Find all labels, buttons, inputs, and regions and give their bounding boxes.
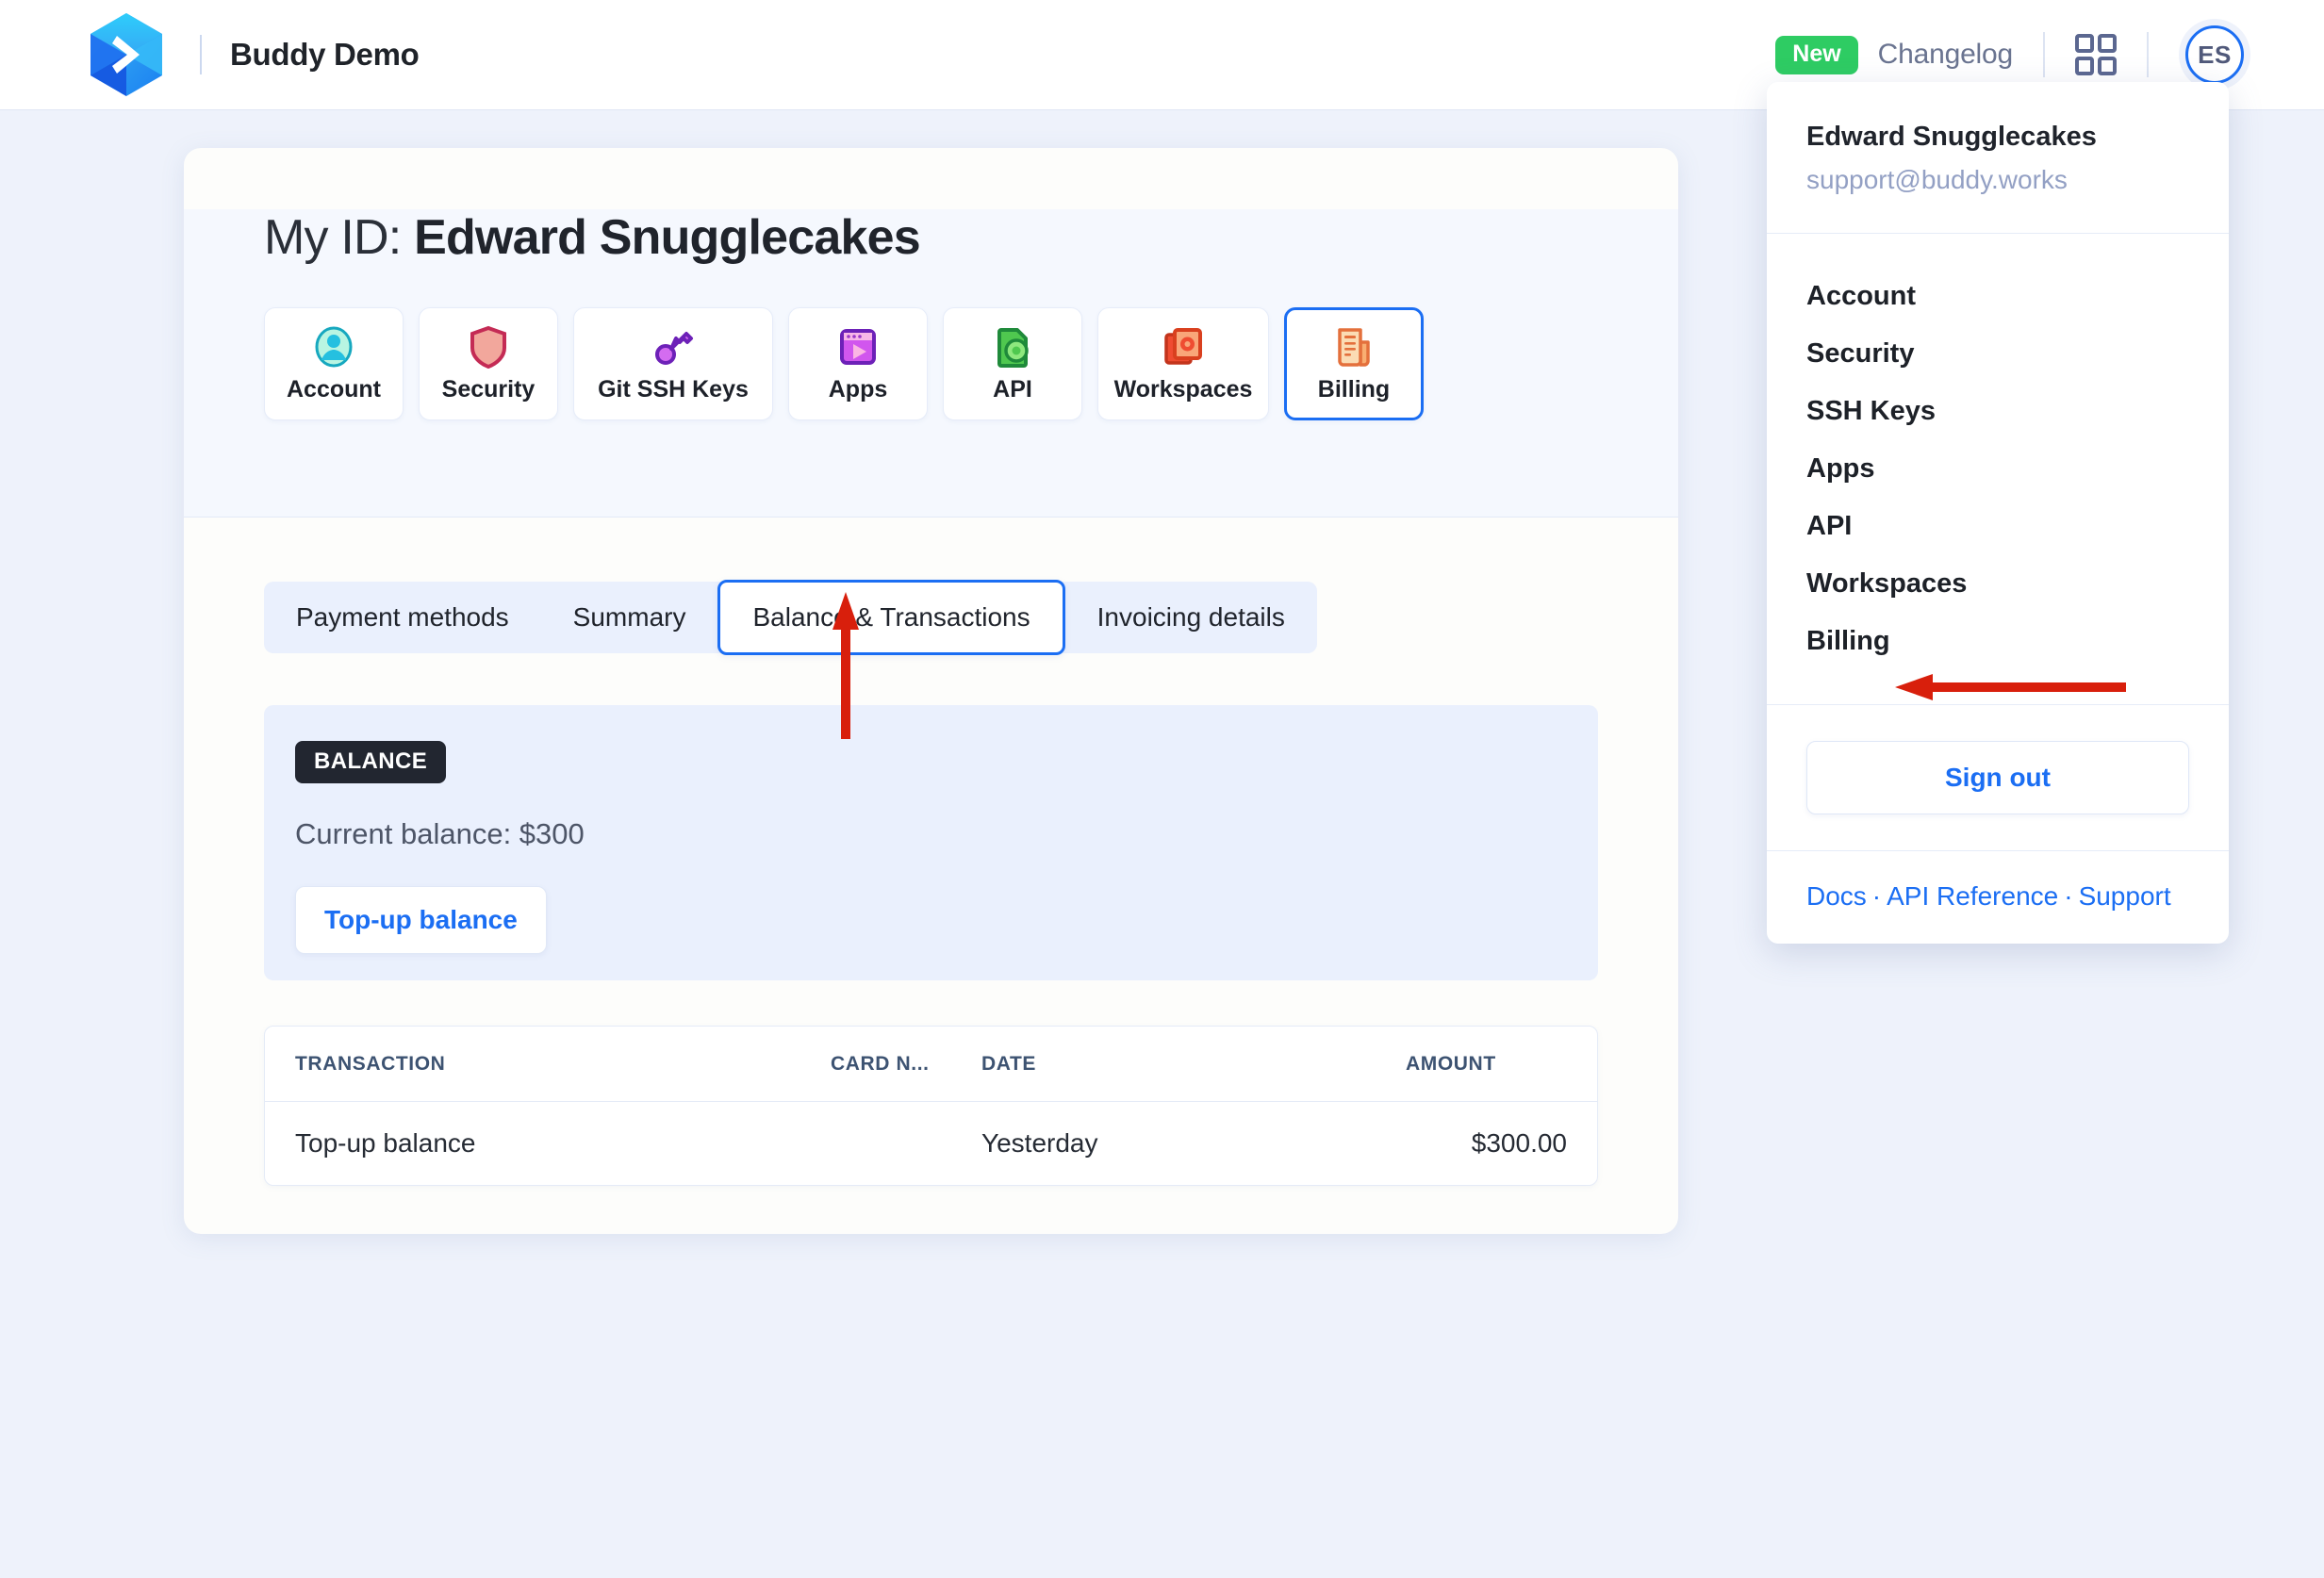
new-badge: New (1775, 35, 1858, 74)
icon-tab-git-ssh-keys[interactable]: Git SSH Keys (573, 307, 773, 420)
avatar[interactable]: ES (2179, 19, 2250, 90)
dropdown-item-ssh-keys[interactable]: SSH Keys (1806, 383, 2189, 440)
page-title-prefix: My ID: (264, 210, 402, 265)
icon-tab-apps[interactable]: Apps (788, 307, 928, 420)
brand-divider (200, 35, 202, 74)
main-content-card: My ID: Edward Snugglecakes Account Secur… (184, 148, 1678, 1234)
brand[interactable]: Buddy Demo (87, 11, 420, 98)
dropdown-item-account[interactable]: Account (1806, 268, 2189, 325)
dropdown-item-workspaces[interactable]: Workspaces (1806, 555, 2189, 613)
sub-tab-invoicing-details[interactable]: Invoicing details (1065, 582, 1317, 653)
changelog-link[interactable]: Changelog (1878, 39, 2014, 71)
sub-tab-strip: Payment methods Summary Balance & Transa… (264, 580, 1317, 655)
icon-tab-label: Billing (1317, 375, 1391, 403)
annotation-arrow-left-icon (1895, 671, 2126, 703)
icon-tab-label: Apps (828, 375, 888, 403)
transactions-table: TRANSACTION CARD N... DATE AMOUNT Top-up… (264, 1026, 1598, 1186)
icon-tab-label: Git SSH Keys (598, 375, 749, 403)
dropdown-nav-list: Account Security SSH Keys Apps API Works… (1767, 234, 2229, 704)
sign-out-button[interactable]: Sign out (1806, 741, 2189, 814)
app-title: Buddy Demo (230, 37, 420, 72)
icon-tab-strip: Account Security Git SSH Keys Apps API W… (264, 307, 1678, 420)
column-header-amount: AMOUNT (1406, 1052, 1496, 1075)
support-link[interactable]: Support (2079, 881, 2171, 911)
table-row[interactable]: Top-up balance Yesterday $300.00 (265, 1102, 1597, 1185)
dropdown-user-name: Edward Snugglecakes (1806, 122, 2097, 152)
page-title-name: Edward Snugglecakes (414, 210, 921, 265)
sub-tab-balance-transactions[interactable]: Balance & Transactions (717, 580, 1065, 655)
workspaces-stack-icon (1162, 325, 1205, 369)
ssh-key-icon (651, 325, 695, 369)
link-separator: · (1871, 881, 1882, 911)
dropdown-user-block: Edward Snugglecakes support@buddy.works (1767, 82, 2229, 233)
cell-amount: $300.00 (1471, 1128, 1567, 1158)
sub-tab-payment-methods[interactable]: Payment methods (264, 582, 541, 653)
annotation-arrow-up-icon (828, 592, 865, 739)
top-up-balance-button[interactable]: Top-up balance (295, 886, 547, 954)
icon-tab-label: Account (287, 375, 381, 403)
dropdown-signout-block: Sign out (1767, 705, 2229, 850)
sub-tab-summary[interactable]: Summary (541, 582, 718, 653)
top-bar-right: New Changelog ES (1775, 19, 2250, 90)
current-balance-text: Current balance: $300 (295, 817, 585, 850)
page-title: My ID: Edward Snugglecakes (264, 209, 1678, 266)
icon-tab-api[interactable]: API (943, 307, 1082, 420)
icon-tab-label: API (993, 375, 1032, 403)
api-gear-file-icon (991, 325, 1034, 369)
table-header-row: TRANSACTION CARD N... DATE AMOUNT (265, 1027, 1597, 1102)
column-header-date: DATE (981, 1052, 1037, 1075)
icon-tab-billing[interactable]: Billing (1284, 307, 1424, 420)
divider (2043, 32, 2045, 77)
dropdown-item-api[interactable]: API (1806, 498, 2189, 555)
balance-panel: BALANCE Current balance: $300 Top-up bal… (264, 705, 1598, 980)
buddy-hexagon-logo-icon (87, 11, 166, 98)
column-header-card-number: CARD N... (831, 1052, 930, 1075)
icon-tab-account[interactable]: Account (264, 307, 404, 420)
billing-invoice-icon (1332, 325, 1376, 369)
divider (2147, 32, 2149, 77)
dropdown-footer-links: Docs · API Reference · Support (1767, 851, 2229, 944)
api-reference-link[interactable]: API Reference (1887, 881, 2058, 911)
icon-tab-label: Security (441, 375, 536, 403)
dropdown-user-email: support@buddy.works (1806, 165, 2068, 194)
dropdown-item-security[interactable]: Security (1806, 325, 2189, 383)
docs-link[interactable]: Docs (1806, 881, 1867, 911)
cell-transaction: Top-up balance (295, 1128, 476, 1158)
card-header: My ID: Edward Snugglecakes Account Secur… (184, 209, 1678, 518)
dropdown-item-billing[interactable]: Billing (1806, 613, 2189, 670)
balance-badge: BALANCE (295, 741, 447, 783)
user-account-dropdown: Edward Snugglecakes support@buddy.works … (1767, 82, 2229, 944)
icon-tab-label: Workspaces (1113, 375, 1253, 403)
avatar-initials: ES (2185, 25, 2244, 84)
cell-date: Yesterday (981, 1128, 1098, 1158)
column-header-transaction: TRANSACTION (295, 1052, 446, 1075)
icon-tab-security[interactable]: Security (419, 307, 558, 420)
dropdown-item-apps[interactable]: Apps (1806, 440, 2189, 498)
security-shield-icon (467, 325, 510, 369)
app-grid-icon[interactable] (2075, 34, 2117, 75)
icon-tab-workspaces[interactable]: Workspaces (1097, 307, 1269, 420)
apps-window-icon (836, 325, 880, 369)
account-person-icon (312, 325, 355, 369)
link-separator: · (2064, 881, 2073, 911)
